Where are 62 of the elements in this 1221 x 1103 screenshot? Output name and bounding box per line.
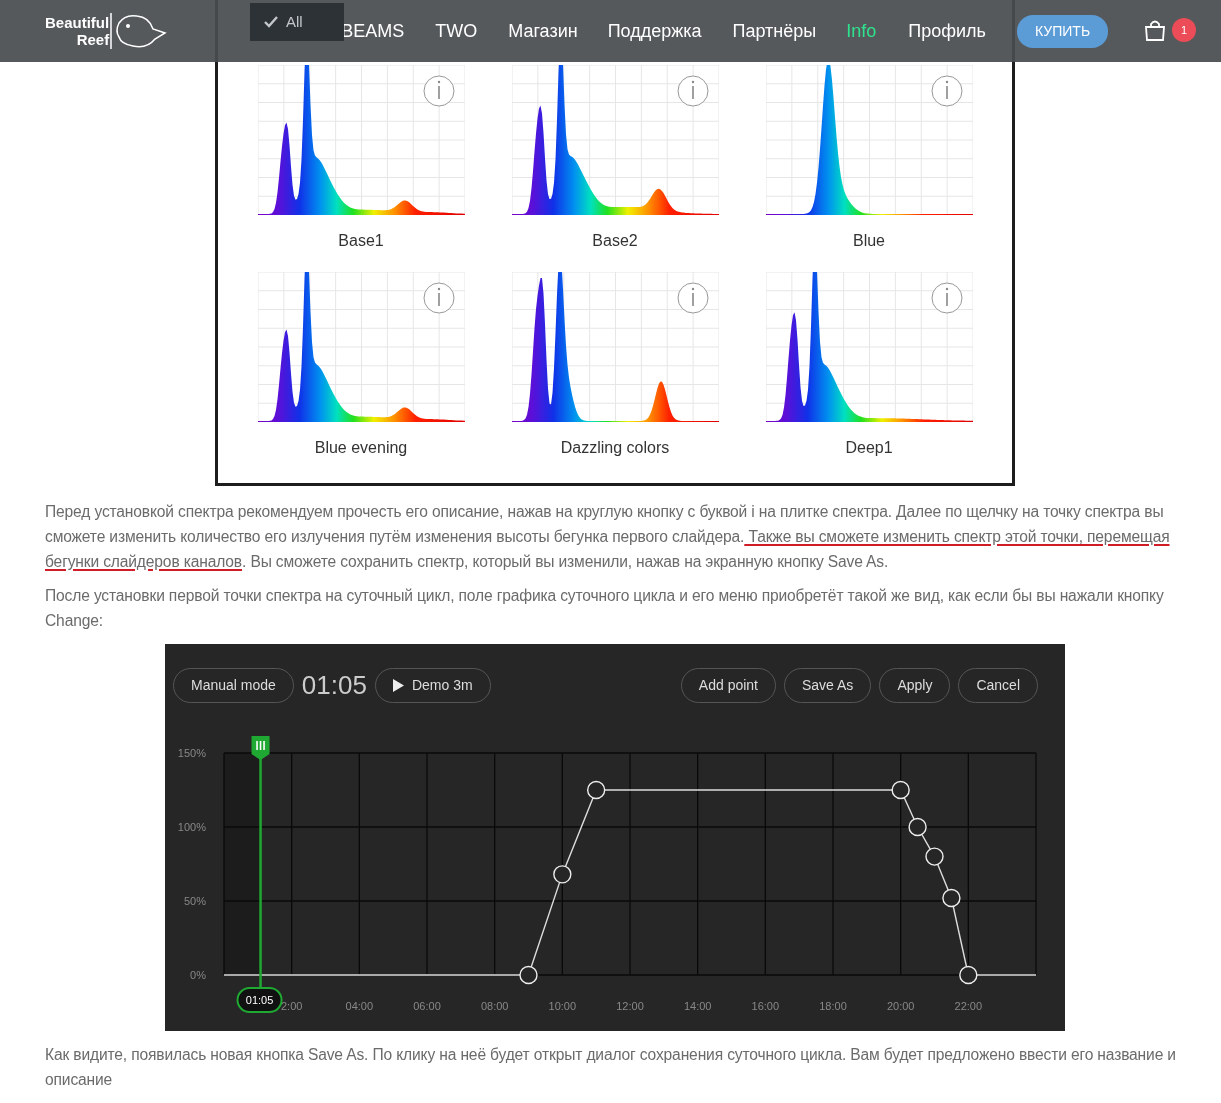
x-axis-label: 2:00 bbox=[280, 1000, 303, 1012]
y-axis-label: 0% bbox=[190, 969, 206, 981]
spectrum-chart[interactable] bbox=[257, 272, 465, 422]
x-axis-label: 04:00 bbox=[345, 1000, 374, 1012]
check-icon bbox=[264, 16, 278, 28]
curve-point[interactable] bbox=[519, 965, 538, 985]
info-icon[interactable] bbox=[423, 75, 454, 107]
spectrum-chart[interactable] bbox=[511, 272, 719, 422]
info-icon[interactable] bbox=[931, 75, 962, 107]
y-axis-label: 50% bbox=[183, 895, 206, 907]
time-cursor[interactable] bbox=[251, 736, 270, 987]
logo-text[interactable]: Beautiful Reef bbox=[45, 14, 110, 48]
info-icon[interactable] bbox=[677, 282, 708, 314]
nav-link[interactable]: TWO bbox=[435, 17, 478, 45]
nav-link[interactable]: Магазин bbox=[508, 17, 578, 45]
spectrum-name: Base2 bbox=[592, 231, 638, 251]
spectrum-name: Dazzling colors bbox=[560, 438, 670, 458]
curve-point[interactable] bbox=[891, 780, 910, 800]
x-axis-label: 08:00 bbox=[480, 1000, 509, 1012]
x-axis-label: 10:00 bbox=[548, 1000, 577, 1012]
nav-link[interactable]: Партнёры bbox=[732, 17, 817, 45]
spectrum-name: Deep1 bbox=[845, 438, 893, 458]
cart-count-badge: 1 bbox=[1172, 18, 1197, 42]
info-icon[interactable] bbox=[931, 282, 962, 314]
play-icon bbox=[392, 679, 404, 692]
spectrum-chart[interactable] bbox=[765, 65, 973, 215]
curve-point[interactable] bbox=[942, 888, 961, 908]
time-display: 01:05 bbox=[301, 669, 367, 702]
cursor-time-label: 01:05 bbox=[245, 994, 274, 1006]
nav-link[interactable]: Info bbox=[846, 17, 877, 45]
x-axis-label: 20:00 bbox=[886, 1000, 915, 1012]
curve-point[interactable] bbox=[959, 965, 978, 985]
spectrum-name: Blue evening bbox=[314, 438, 408, 458]
curve-point[interactable] bbox=[925, 847, 944, 866]
y-axis-label: 100% bbox=[177, 821, 206, 833]
spectrum-name: Base1 bbox=[338, 231, 384, 251]
nav-link[interactable]: Профиль bbox=[908, 17, 986, 45]
fish-logo-icon[interactable] bbox=[109, 11, 168, 51]
filter-chip[interactable]: All bbox=[250, 3, 344, 41]
paragraph: После установки первой точки спектра на суточный цикл, поле графика суточного цикла и его меню приобретёт такой же вид, как если бы вы нажали кнопку Change: bbox=[45, 586, 1165, 631]
spectrum-chart[interactable] bbox=[511, 65, 719, 215]
x-axis-label: 16:00 bbox=[751, 1000, 780, 1012]
x-axis-label: 18:00 bbox=[819, 1000, 847, 1012]
curve-point[interactable] bbox=[586, 780, 606, 800]
x-axis-label: 06:00 bbox=[413, 1000, 441, 1012]
x-axis-label: 22:00 bbox=[954, 1000, 983, 1012]
spectrum-chart[interactable] bbox=[765, 272, 973, 422]
x-axis-label: 14:00 bbox=[683, 1000, 712, 1012]
curve-point[interactable] bbox=[908, 817, 927, 837]
spectrum-name: Blue bbox=[853, 231, 885, 251]
curve-point[interactable] bbox=[553, 865, 572, 884]
nav-link[interactable]: Поддержка bbox=[607, 17, 702, 45]
shopping-bag-icon[interactable] bbox=[1144, 19, 1167, 41]
x-axis-label: 12:00 bbox=[616, 1000, 644, 1012]
spectrum-chart[interactable] bbox=[257, 65, 465, 215]
y-axis-label: 150% bbox=[177, 747, 206, 759]
info-icon[interactable] bbox=[423, 282, 454, 314]
cursor-time-badge bbox=[236, 987, 283, 1013]
info-icon[interactable] bbox=[677, 75, 708, 107]
paragraph: Перед установкой спектра рекомендуем прочесть его описание, нажав на круглую кнопку с буквой i на плитке спектра. Далее по щелчку на точку спектра вы сможете изменить количество его излучения путём изменения высоты бегунка первого слайдера. Также вы сможете изменить спектр этой точки, перемещая бегунки слайдеров каналов. Вы сможете сохранить спектр, который вы изменили, нажав на экранную кнопку Save As. bbox=[45, 502, 1171, 572]
nav-link[interactable]: BEAMS bbox=[341, 17, 405, 45]
paragraph: Как видите, появилась новая кнопка Save As. По клику на неё будет открыт диалог сохранения суточного цикла. Вам будет предложено ввести его название и описание bbox=[45, 1045, 1177, 1090]
